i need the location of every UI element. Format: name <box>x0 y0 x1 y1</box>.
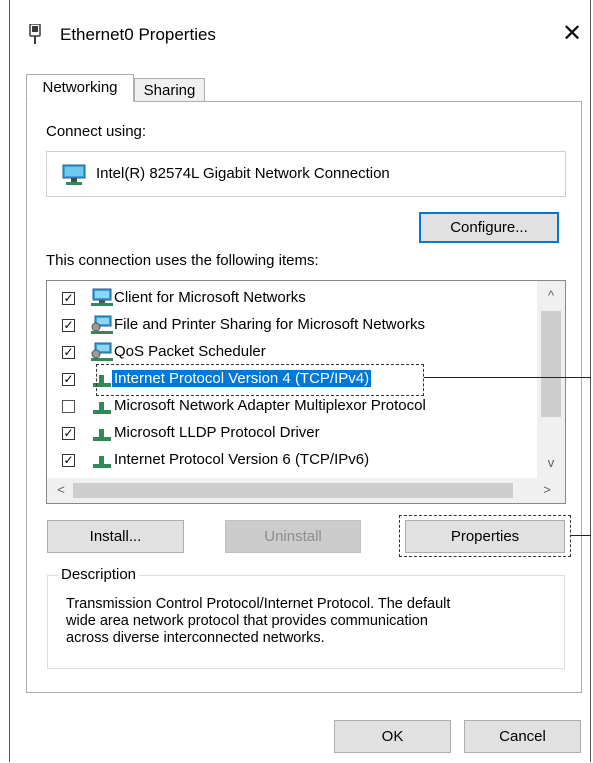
selected-item-highlight <box>96 364 424 396</box>
item-checkbox[interactable]: ✓ <box>62 292 75 305</box>
check-mark: ✓ <box>63 318 74 332</box>
client-network-icon <box>91 288 113 312</box>
install-button[interactable]: Install... <box>47 520 184 553</box>
item-label: Microsoft LLDP Protocol Driver <box>114 424 320 441</box>
scroll-up-button[interactable]: ^ <box>537 286 565 306</box>
title-ethernet-icon <box>29 23 41 44</box>
items-section-label: This connection uses the following items… <box>46 252 319 269</box>
check-mark: ✓ <box>63 372 74 386</box>
scrollbar-thumb[interactable] <box>541 311 561 417</box>
tab-networking-label: Networking <box>42 79 118 96</box>
protocol-icon <box>91 398 113 420</box>
list-item[interactable]: ✓ Microsoft LLDP Protocol Driver <box>47 423 537 445</box>
check-mark: ✓ <box>63 291 74 305</box>
uninstall-button-label: Uninstall <box>264 528 322 545</box>
protocol-icon <box>91 425 113 447</box>
list-item[interactable]: ✓ File and Printer Sharing for Microsoft… <box>47 315 537 337</box>
item-checkbox[interactable]: ✓ <box>62 454 75 467</box>
service-network-icon <box>91 315 113 339</box>
scroll-right-button[interactable]: > <box>537 480 557 500</box>
connect-using-label: Connect using: <box>46 123 147 140</box>
description-legend: Description <box>58 566 140 583</box>
check-mark: ✓ <box>63 345 74 359</box>
item-label: File and Printer Sharing for Microsoft N… <box>114 316 425 333</box>
service-network-icon <box>91 342 113 366</box>
tab-sharing[interactable]: Sharing <box>134 78 205 102</box>
check-mark: ✓ <box>63 426 74 440</box>
network-adapter-icon <box>62 164 86 186</box>
scroll-down-button[interactable]: v <box>537 453 565 473</box>
item-label: Internet Protocol Version 6 (TCP/IPv6) <box>114 451 370 468</box>
item-checkbox[interactable]: ✓ <box>62 346 75 359</box>
description-line: wide area network protocol that provides… <box>66 613 428 629</box>
item-label: Microsoft Network Adapter Multiplexor Pr… <box>114 397 426 414</box>
list-item[interactable]: Microsoft Network Adapter Multiplexor Pr… <box>47 396 537 418</box>
horizontal-scrollbar-thumb[interactable] <box>73 483 513 498</box>
properties-button-label: Properties <box>450 528 520 545</box>
item-checkbox[interactable]: ✓ <box>62 373 75 386</box>
vertical-scrollbar[interactable]: ^ v <box>537 281 565 478</box>
callout-line-bottom <box>571 535 591 536</box>
tab-networking[interactable]: Networking <box>26 74 134 102</box>
description-text: Transmission Control Protocol/Internet P… <box>66 596 556 647</box>
horizontal-scrollbar[interactable]: < > <box>47 478 565 503</box>
item-checkbox[interactable] <box>62 400 75 413</box>
check-mark: ✓ <box>63 453 74 467</box>
description-line: Transmission Control Protocol/Internet P… <box>66 596 451 612</box>
adapter-name: Intel(R) 82574L Gigabit Network Connecti… <box>96 165 390 182</box>
cancel-button[interactable]: Cancel <box>464 720 581 753</box>
cancel-button-label: Cancel <box>499 728 546 745</box>
item-checkbox[interactable]: ✓ <box>62 427 75 440</box>
item-checkbox[interactable]: ✓ <box>62 319 75 332</box>
description-line: across diverse interconnected networks. <box>66 630 325 646</box>
ok-button-label: OK <box>381 728 404 745</box>
uninstall-button: Uninstall <box>225 520 361 553</box>
configure-button[interactable]: Configure... <box>419 212 559 243</box>
configure-button-label: Configure... <box>450 219 528 236</box>
scroll-left-button[interactable]: < <box>53 480 69 500</box>
protocol-icon <box>91 452 113 474</box>
callout-line-top <box>424 377 591 378</box>
tab-sharing-label: Sharing <box>143 82 196 99</box>
list-item[interactable]: ✓ QoS Packet Scheduler <box>47 342 537 364</box>
install-button-label: Install... <box>89 528 142 545</box>
list-item[interactable]: ✓ Client for Microsoft Networks <box>47 288 537 310</box>
close-button[interactable]: ✕ <box>562 22 582 46</box>
ok-button[interactable]: OK <box>334 720 451 753</box>
item-label: QoS Packet Scheduler <box>114 343 266 360</box>
item-label: Client for Microsoft Networks <box>114 289 306 306</box>
list-item[interactable]: ✓ Internet Protocol Version 6 (TCP/IPv6) <box>47 450 537 472</box>
properties-button[interactable]: Properties <box>405 520 565 553</box>
window-title: Ethernet0 Properties <box>60 25 216 44</box>
